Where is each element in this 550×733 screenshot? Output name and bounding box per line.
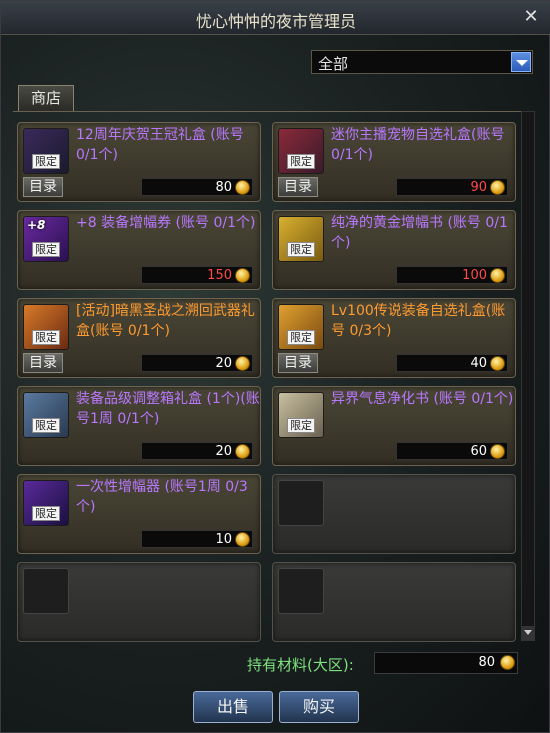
coin-icon	[235, 356, 250, 371]
item-name: 装备品级调整箱礼盒 (1个)(账号1周 0/1个)	[76, 391, 260, 427]
limited-badge: 限定	[32, 154, 60, 169]
shop-item-card[interactable]: 限定 一次性增幅器 (账号1周 0/3个) 10	[17, 474, 261, 554]
empty-item-slot	[17, 562, 261, 642]
item-price-value: 20	[215, 356, 232, 371]
weapon-gift-icon[interactable]: 限定	[23, 304, 69, 350]
dropdown-arrow-icon[interactable]	[511, 52, 531, 72]
purify-book-icon[interactable]: 限定	[278, 392, 324, 438]
coin-icon	[490, 356, 505, 371]
item-price: 60	[396, 442, 508, 460]
item-price: 90	[396, 178, 508, 196]
empty-slot-icon	[278, 480, 324, 526]
item-price: 100	[396, 266, 508, 284]
shop-item-card[interactable]: 限定目录 12周年庆贺王冠礼盒 (账号 0/1个) 80	[17, 122, 261, 202]
shop-item-card[interactable]: 限定 装备品级调整箱礼盒 (1个)(账号1周 0/1个) 20	[17, 386, 261, 466]
coin-icon	[490, 268, 505, 283]
item-price-value: 90	[470, 180, 487, 195]
category-dropdown-value: 全部	[318, 55, 349, 73]
item-price-value: 60	[470, 444, 487, 459]
item-price-value: 20	[215, 444, 232, 459]
limited-badge: 限定	[287, 418, 315, 433]
item-name: 一次性增幅器 (账号1周 0/3个)	[76, 479, 248, 515]
item-price-value: 40	[470, 356, 487, 371]
material-label: 持有材料(大区):	[247, 656, 354, 674]
tab-shop[interactable]: 商店	[18, 85, 74, 111]
catalog-button[interactable]: 目录	[278, 177, 318, 197]
limited-badge: 限定	[287, 330, 315, 345]
coin-icon	[235, 268, 250, 283]
shop-item-card[interactable]: 限定目录 迷你主播宠物自选礼盒(账号 0/1个) 90	[272, 122, 516, 202]
shop-item-card[interactable]: 限定 异界气息净化书 (账号 0/1个) 60	[272, 386, 516, 466]
item-price-value: 100	[462, 268, 487, 283]
limited-badge: 限定	[32, 418, 60, 433]
limited-badge: 限定	[287, 242, 315, 257]
catalog-button[interactable]: 目录	[23, 177, 63, 197]
empty-slot-icon	[278, 568, 324, 614]
item-price: 80	[141, 178, 253, 196]
coin-icon	[235, 532, 250, 547]
amplifier-icon[interactable]: 限定	[23, 480, 69, 526]
item-name: +8 装备增幅券 (账号 0/1个)	[76, 215, 256, 231]
limited-badge: 限定	[287, 154, 315, 169]
close-icon[interactable]: ✕	[521, 6, 541, 28]
shop-item-card[interactable]: 限定目录 [活动]暗黑圣战之溯回武器礼盒(账号 0/1个) 20	[17, 298, 261, 378]
coin-icon	[490, 444, 505, 459]
coin-icon	[490, 180, 505, 195]
scrollbar[interactable]	[521, 111, 535, 641]
item-name: 纯净的黄金增幅书 (账号 0/1个)	[331, 215, 508, 251]
catalog-button[interactable]: 目录	[278, 353, 318, 373]
window-title: 忧心忡忡的夜市管理员	[195, 12, 356, 31]
night-market-window: 忧心忡忡的夜市管理员 ✕ 全部 商店 限定 目录 12周年庆贺王冠礼盒 (账号 0/…	[0, 0, 550, 733]
grade-box-icon[interactable]: 限定	[23, 392, 69, 438]
item-price-value: 10	[215, 532, 232, 547]
coin-icon	[500, 655, 515, 670]
amplify-ticket-icon[interactable]: +8 限定	[23, 216, 69, 262]
empty-item-slot	[272, 562, 516, 642]
plus-level-label: +8	[27, 218, 46, 232]
item-price-value: 80	[215, 180, 232, 195]
gold-book-icon[interactable]: 限定	[278, 216, 324, 262]
item-price: 150	[141, 266, 253, 284]
limited-badge: 限定	[32, 506, 60, 521]
material-amount: 80	[374, 652, 518, 674]
item-name: 12周年庆贺王冠礼盒 (账号 0/1个)	[76, 127, 244, 163]
crown-gift-icon[interactable]: 限定	[23, 128, 69, 174]
item-price-value: 150	[207, 268, 232, 283]
shop-item-grid: 限定 目录 12周年庆贺王冠礼盒 (账号 0/1个) 80 限定 目录 迷你主播宠物自选礼盒…	[13, 111, 527, 642]
legend-gift-icon[interactable]: 限定	[278, 304, 324, 350]
shop-item-card[interactable]: +8 限定 +8 装备增幅券 (账号 0/1个) 150	[17, 210, 261, 290]
limited-badge: 限定	[32, 330, 60, 345]
item-name: Lv100传说装备自选礼盒(账号 0/3个)	[331, 303, 506, 339]
scroll-down-icon[interactable]	[522, 626, 534, 640]
category-dropdown[interactable]: 全部	[311, 50, 533, 74]
coin-icon	[235, 444, 250, 459]
catalog-button[interactable]: 目录	[23, 353, 63, 373]
item-price: 20	[141, 354, 253, 372]
pet-gift-icon[interactable]: 限定	[278, 128, 324, 174]
item-price: 20	[141, 442, 253, 460]
coin-icon	[235, 180, 250, 195]
shop-item-card[interactable]: 限定目录 Lv100传说装备自选礼盒(账号 0/3个) 40	[272, 298, 516, 378]
limited-badge: 限定	[32, 242, 60, 257]
buy-button[interactable]: 购买	[279, 691, 359, 723]
empty-slot-icon	[23, 568, 69, 614]
item-name: 异界气息净化书 (账号 0/1个)	[331, 391, 514, 407]
item-name: [活动]暗黑圣战之溯回武器礼盒(账号 0/1个)	[76, 303, 255, 339]
empty-item-slot	[272, 474, 516, 554]
item-price: 10	[141, 530, 253, 548]
title-bar[interactable]: 忧心忡忡的夜市管理员 ✕	[1, 1, 550, 35]
item-price: 40	[396, 354, 508, 372]
shop-item-card[interactable]: 限定 纯净的黄金增幅书 (账号 0/1个) 100	[272, 210, 516, 290]
sell-button[interactable]: 出售	[193, 691, 273, 723]
item-name: 迷你主播宠物自选礼盒(账号 0/1个)	[331, 127, 505, 163]
material-amount-value: 80	[478, 655, 495, 670]
